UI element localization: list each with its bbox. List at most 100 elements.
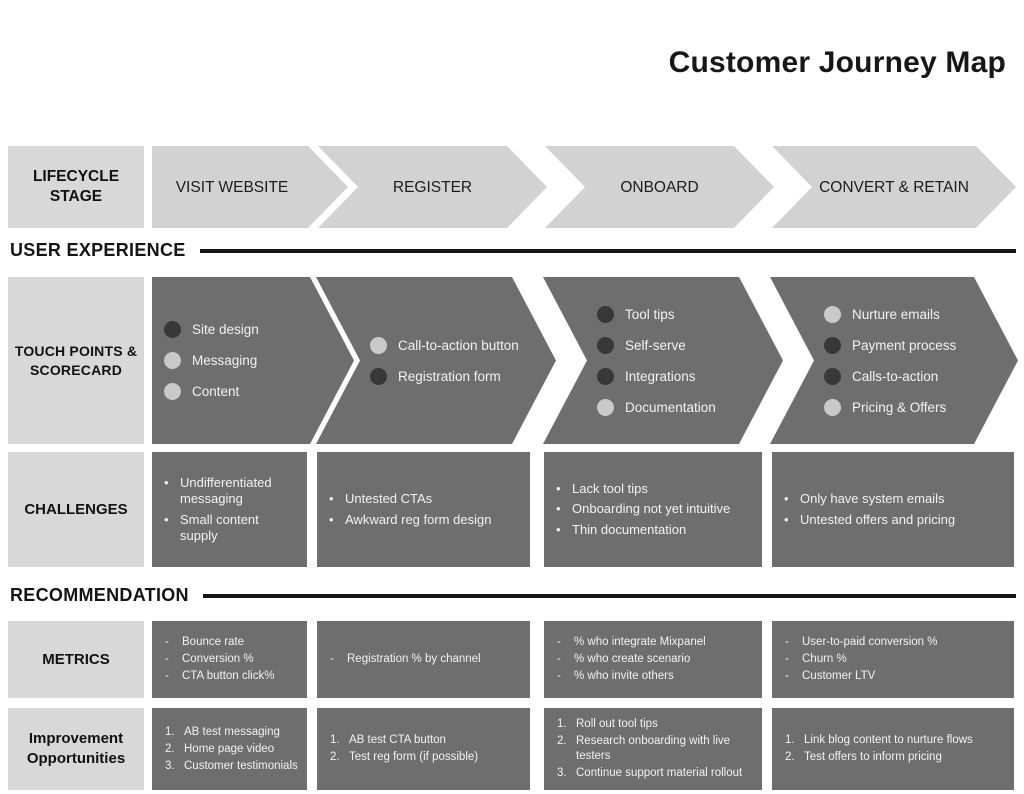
touchpoints-column-convert-retain: Nurture emails Payment process Calls-to-… (770, 277, 1018, 444)
metrics-row: METRICS - Bounce rate - Conversion % - C… (0, 621, 1024, 698)
touchpoint-item[interactable]: Nurture emails (824, 306, 970, 323)
section-title: RECOMMENDATION (10, 585, 189, 605)
number-marker-icon: 3. (165, 759, 175, 772)
bullet-marker-icon: • (329, 511, 334, 527)
dash-marker-icon: - (330, 653, 334, 665)
metric-text: Bounce rate (182, 636, 245, 648)
dash-marker-icon: - (785, 653, 789, 665)
challenge-item: • Small content supply (160, 512, 297, 545)
number-marker-icon: 1. (330, 734, 340, 746)
touchpoint-item[interactable]: Integrations (597, 368, 735, 385)
stage-chevron-visit-website[interactable]: VISIT WEBSITE (152, 146, 348, 228)
bullet-marker-icon: • (556, 521, 561, 537)
touchpoint-label: Self-serve (625, 337, 686, 353)
metric-item: - Bounce rate (160, 635, 299, 650)
metrics-column-visit-website: - Bounce rate - Conversion % - CTA butto… (152, 621, 307, 698)
touchpoint-item[interactable]: Calls-to-action (824, 368, 970, 385)
row-label-lifecycle-stage: LIFECYCLE STAGE (8, 146, 144, 228)
touchpoint-item[interactable]: Registration form (370, 368, 508, 385)
challenge-text: Onboarding not yet intuitive (572, 501, 731, 517)
section-title: USER EXPERIENCE (10, 240, 186, 260)
metric-item: - Registration % by channel (325, 652, 522, 667)
score-dot-light-icon (370, 337, 387, 354)
number-marker-icon: 1. (557, 718, 567, 730)
touchpoint-item[interactable]: Pricing & Offers (824, 399, 970, 416)
challenge-text: Untested CTAs (345, 491, 433, 506)
score-dot-dark-icon (597, 337, 614, 354)
improvement-item: 2. Test offers to inform pricing (780, 750, 1006, 765)
row-label-touchpoints: TOUCH POINTS & SCORECARD (8, 277, 144, 444)
improvement-text: Customer testimonials (184, 759, 298, 772)
improvement-item: 1. AB test messaging (160, 725, 299, 740)
challenge-item: • Thin documentation (552, 522, 752, 539)
metric-text: % who create scenario (574, 653, 691, 665)
row-label-challenges: CHALLENGES (8, 452, 144, 567)
challenges-column-register: • Untested CTAs • Awkward reg form desig… (317, 452, 530, 567)
dash-marker-icon: - (785, 636, 789, 648)
stage-label: ONBOARD (620, 178, 699, 196)
touchpoint-label: Documentation (625, 399, 716, 415)
touchpoint-item[interactable]: Call-to-action button (370, 337, 508, 354)
improvement-text: Link blog content to nurture flows (804, 734, 973, 746)
touchpoint-label: Site design (192, 322, 259, 337)
improvement-text: Home page video (184, 742, 275, 755)
number-marker-icon: 2. (165, 742, 175, 755)
touchpoint-item[interactable]: Tool tips (597, 306, 735, 323)
improvement-item: 2. Research onboarding with live testers (552, 734, 754, 764)
bullet-marker-icon: • (164, 511, 169, 527)
improvement-text: Test offers to inform pricing (804, 751, 942, 763)
number-marker-icon: 3. (557, 767, 567, 779)
metric-item: - % who integrate Mixpanel (552, 635, 754, 650)
metric-text: Registration % by channel (347, 653, 481, 665)
metric-text: % who invite others (574, 670, 674, 682)
touchpoints-column-visit-website: Site design Messaging Content (152, 277, 354, 444)
number-marker-icon: 1. (165, 725, 175, 738)
page-title: Customer Journey Map (668, 46, 1006, 79)
score-dot-dark-icon (370, 368, 387, 385)
improvement-text: Roll out tool tips (576, 718, 658, 730)
stage-chevron-register[interactable]: REGISTER (318, 146, 547, 228)
touchpoints-row: TOUCH POINTS & SCORECARD Site design Mes… (0, 277, 1024, 444)
challenge-item: • Lack tool tips (552, 481, 752, 498)
dash-marker-icon: - (165, 636, 169, 648)
challenge-item: • Onboarding not yet intuitive (552, 501, 752, 518)
bullet-marker-icon: • (784, 511, 789, 527)
challenge-text: Undifferentiated messaging (180, 474, 272, 507)
touchpoint-label: Call-to-action button (398, 337, 519, 353)
touchpoint-item[interactable]: Self-serve (597, 337, 735, 354)
stage-chevron-convert-retain[interactable]: CONVERT & RETAIN (772, 146, 1016, 228)
improvement-item: 1. Link blog content to nurture flows (780, 733, 1006, 748)
touchpoint-item[interactable]: Documentation (597, 399, 735, 416)
improvement-text: AB test CTA button (349, 734, 446, 746)
improvement-column-register: 1. AB test CTA button 2. Test reg form (… (317, 708, 530, 790)
metric-text: User-to-paid conversion % (802, 636, 938, 648)
touchpoint-label: Payment process (852, 337, 957, 353)
challenge-item: • Untested offers and pricing (780, 512, 1004, 529)
bullet-marker-icon: • (556, 480, 561, 496)
touchpoint-label: Integrations (625, 368, 696, 384)
metric-item: - Churn % (780, 652, 1006, 667)
section-divider-rule (202, 593, 1016, 598)
touchpoint-item[interactable]: Content (164, 383, 306, 400)
touchpoint-label: Registration form (398, 368, 501, 384)
dash-marker-icon: - (165, 670, 169, 682)
touchpoint-item[interactable]: Payment process (824, 337, 970, 354)
metric-text: Customer LTV (802, 670, 876, 682)
touchpoint-item[interactable]: Site design (164, 321, 306, 338)
challenge-text: Small content supply (180, 511, 259, 544)
improvement-text: Continue support material rollout (576, 767, 743, 779)
dash-marker-icon: - (557, 653, 561, 665)
metric-item: - CTA button click% (160, 669, 299, 684)
section-header-user-experience: USER EXPERIENCE (10, 240, 1016, 261)
stage-chevron-onboard[interactable]: ONBOARD (545, 146, 774, 228)
challenge-item: • Untested CTAs (325, 491, 520, 508)
score-dot-dark-icon (597, 368, 614, 385)
metric-item: - User-to-paid conversion % (780, 635, 1006, 650)
score-dot-light-icon (164, 383, 181, 400)
improvement-item: 1. AB test CTA button (325, 733, 522, 748)
improvement-opportunities-row: Improvement Opportunities 1. AB test mes… (0, 708, 1024, 790)
challenge-item: • Awkward reg form design (325, 512, 520, 529)
metric-item: - % who invite others (552, 669, 754, 684)
dash-marker-icon: - (165, 653, 169, 665)
touchpoint-item[interactable]: Messaging (164, 352, 306, 369)
